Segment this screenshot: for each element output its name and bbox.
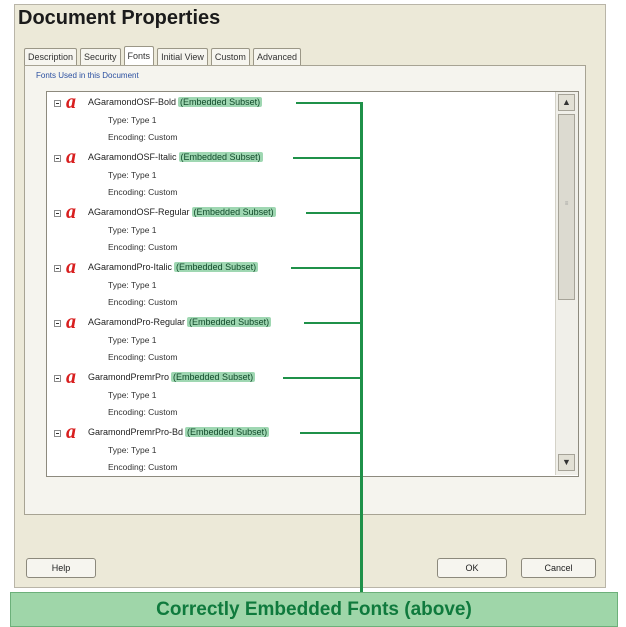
- font-name: AGaramondPro-Italic: [88, 262, 173, 272]
- tab-custom[interactable]: Custom: [210, 48, 250, 65]
- grip-icon: ≡: [564, 201, 569, 207]
- scroll-up-button[interactable]: ▲: [558, 94, 575, 111]
- font-encoding: Encoding: Custom: [108, 462, 178, 472]
- connector-line: [300, 432, 362, 434]
- font-type: Type: Type 1: [108, 335, 157, 345]
- tab-fonts[interactable]: Fonts: [123, 46, 155, 65]
- collapse-icon[interactable]: [54, 265, 61, 272]
- tab-advanced[interactable]: Advanced: [252, 48, 301, 65]
- connector-line: [291, 267, 362, 269]
- connector-vertical-line: [360, 102, 363, 592]
- tab-initial-view[interactable]: Initial View: [157, 48, 208, 65]
- embedded-status: (Embedded Subset): [185, 427, 270, 437]
- font-type: Type: Type 1: [108, 445, 157, 455]
- embedded-status: (Embedded Subset): [178, 152, 263, 162]
- font-type-icon: a: [66, 421, 76, 443]
- collapse-icon[interactable]: [54, 155, 61, 162]
- font-type: Type: Type 1: [108, 170, 157, 180]
- scroll-thumb[interactable]: ≡: [558, 114, 575, 300]
- embedded-status: (Embedded Subset): [178, 97, 263, 107]
- font-type-icon: a: [66, 201, 76, 223]
- font-type-icon: a: [66, 146, 76, 168]
- font-name: GaramondPremrPro-Bd: [88, 427, 184, 437]
- embedded-status: (Embedded Subset): [187, 317, 272, 327]
- font-name: AGaramondOSF-Bold: [88, 97, 177, 107]
- font-name: AGaramondOSF-Italic: [88, 152, 177, 162]
- font-name: GaramondPremrPro: [88, 372, 170, 382]
- scroll-down-button[interactable]: ▼: [558, 454, 575, 471]
- tab-security[interactable]: Security: [80, 48, 121, 65]
- font-type-icon: a: [66, 91, 76, 113]
- font-type: Type: Type 1: [108, 115, 157, 125]
- connector-line: [304, 322, 362, 324]
- font-encoding: Encoding: Custom: [108, 242, 178, 252]
- help-button[interactable]: Help: [26, 558, 96, 578]
- font-encoding: Encoding: Custom: [108, 187, 178, 197]
- font-type: Type: Type 1: [108, 280, 157, 290]
- font-type-icon: a: [66, 256, 76, 278]
- ok-button[interactable]: OK: [437, 558, 507, 578]
- font-type: Type: Type 1: [108, 390, 157, 400]
- font-name: AGaramondPro-Regular: [88, 317, 186, 327]
- font-type-icon: a: [66, 366, 76, 388]
- tab-bar: Description Security Fonts Initial View …: [24, 46, 304, 66]
- dialog-title: Document Properties: [18, 7, 221, 29]
- collapse-icon[interactable]: [54, 210, 61, 217]
- font-type: Type: Type 1: [108, 225, 157, 235]
- embedded-status: (Embedded Subset): [171, 372, 256, 382]
- connector-line: [283, 377, 362, 379]
- embedded-status: (Embedded Subset): [191, 207, 276, 217]
- connector-line: [293, 157, 362, 159]
- connector-line: [296, 102, 362, 104]
- font-encoding: Encoding: Custom: [108, 407, 178, 417]
- font-encoding: Encoding: Custom: [108, 297, 178, 307]
- embedded-status: (Embedded Subset): [174, 262, 259, 272]
- font-encoding: Encoding: Custom: [108, 352, 178, 362]
- font-name: AGaramondOSF-Regular: [88, 207, 190, 217]
- font-type-icon: a: [66, 311, 76, 333]
- collapse-icon[interactable]: [54, 375, 61, 382]
- fonts-group-label: Fonts Used in this Document: [34, 71, 141, 80]
- tab-description[interactable]: Description: [24, 48, 78, 65]
- collapse-icon[interactable]: [54, 320, 61, 327]
- font-encoding: Encoding: Custom: [108, 132, 178, 142]
- vertical-scrollbar[interactable]: ▲ ≡ ▼: [555, 92, 578, 475]
- collapse-icon[interactable]: [54, 100, 61, 107]
- connector-line: [306, 212, 362, 214]
- embedded-fonts-callout: Correctly Embedded Fonts (above): [10, 592, 618, 627]
- collapse-icon[interactable]: [54, 430, 61, 437]
- cancel-button[interactable]: Cancel: [521, 558, 596, 578]
